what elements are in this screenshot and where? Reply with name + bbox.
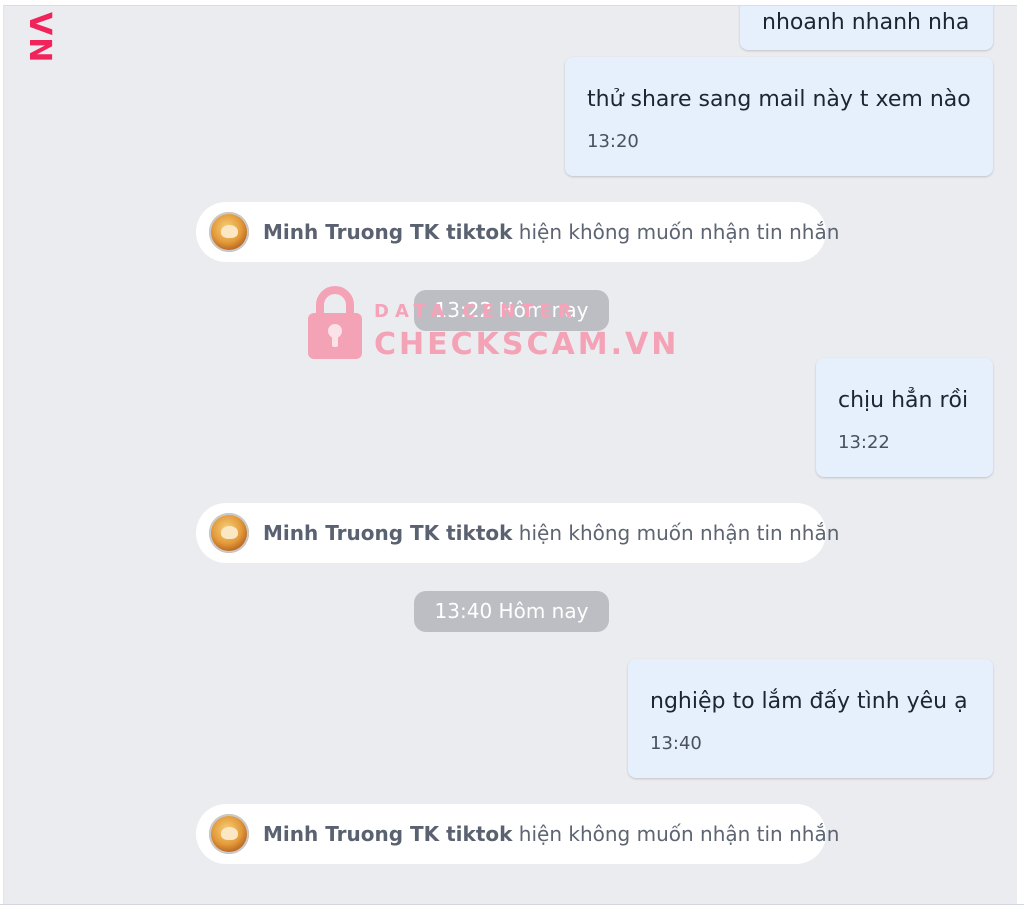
message-time: 13:40 [650, 733, 702, 754]
sent-message[interactable]: thử share sang mail này t xem nào 13:20 [565, 57, 993, 176]
notice-body: hiện không muốn nhận tin nhắn [512, 220, 840, 244]
message-time: 13:20 [587, 131, 639, 152]
notice-text: Minh Truong TK tiktok hiện không muốn nh… [263, 521, 839, 545]
window-edge [1017, 0, 1024, 908]
watermark: DATA CENTER CHECKSCAM.VN [306, 283, 676, 365]
avatar[interactable] [209, 814, 249, 854]
sent-message[interactable]: nhoanh nhanh nha [740, 6, 993, 50]
message-text: chịu hẳn rồi [838, 388, 969, 413]
notice-body: hiện không muốn nhận tin nhắn [512, 521, 840, 545]
notice-text: Minh Truong TK tiktok hiện không muốn nh… [263, 822, 839, 846]
chat-window: VN nhoanh nhanh nha thử share sang mail … [0, 0, 1024, 908]
notice-body: hiện không muốn nhận tin nhắn [512, 822, 840, 846]
message-list[interactable]: VN nhoanh nhanh nha thử share sang mail … [3, 5, 1018, 905]
divider [0, 904, 1024, 905]
message-text: nghiệp to lắm đấy tình yêu ạ [650, 689, 968, 714]
message-text: thử share sang mail này t xem nào [587, 87, 971, 112]
lock-icon [308, 286, 362, 359]
system-notice: Minh Truong TK tiktok hiện không muốn nh… [196, 202, 839, 262]
contact-name: Minh Truong TK tiktok [263, 521, 513, 545]
avatar[interactable] [209, 212, 249, 252]
notice-text: Minh Truong TK tiktok hiện không muốn nh… [263, 220, 839, 244]
contact-name: Minh Truong TK tiktok [263, 822, 513, 846]
system-notice: Minh Truong TK tiktok hiện không muốn nh… [196, 804, 839, 864]
watermark-title: CHECKSCAM.VN [374, 327, 680, 362]
message-text: nhoanh nhanh nha [762, 10, 970, 35]
watermark-subtitle: DATA CENTER [374, 301, 578, 322]
time-separator: 13:40 Hôm nay [414, 591, 609, 632]
message-time: 13:22 [838, 432, 890, 453]
sent-message[interactable]: nghiệp to lắm đấy tình yêu ạ 13:40 [628, 659, 993, 778]
contact-name: Minh Truong TK tiktok [263, 220, 513, 244]
system-notice: Minh Truong TK tiktok hiện không muốn nh… [196, 503, 839, 563]
avatar[interactable] [209, 513, 249, 553]
sent-message[interactable]: chịu hẳn rồi 13:22 [816, 358, 993, 477]
brand-logo: VN [22, 12, 57, 65]
